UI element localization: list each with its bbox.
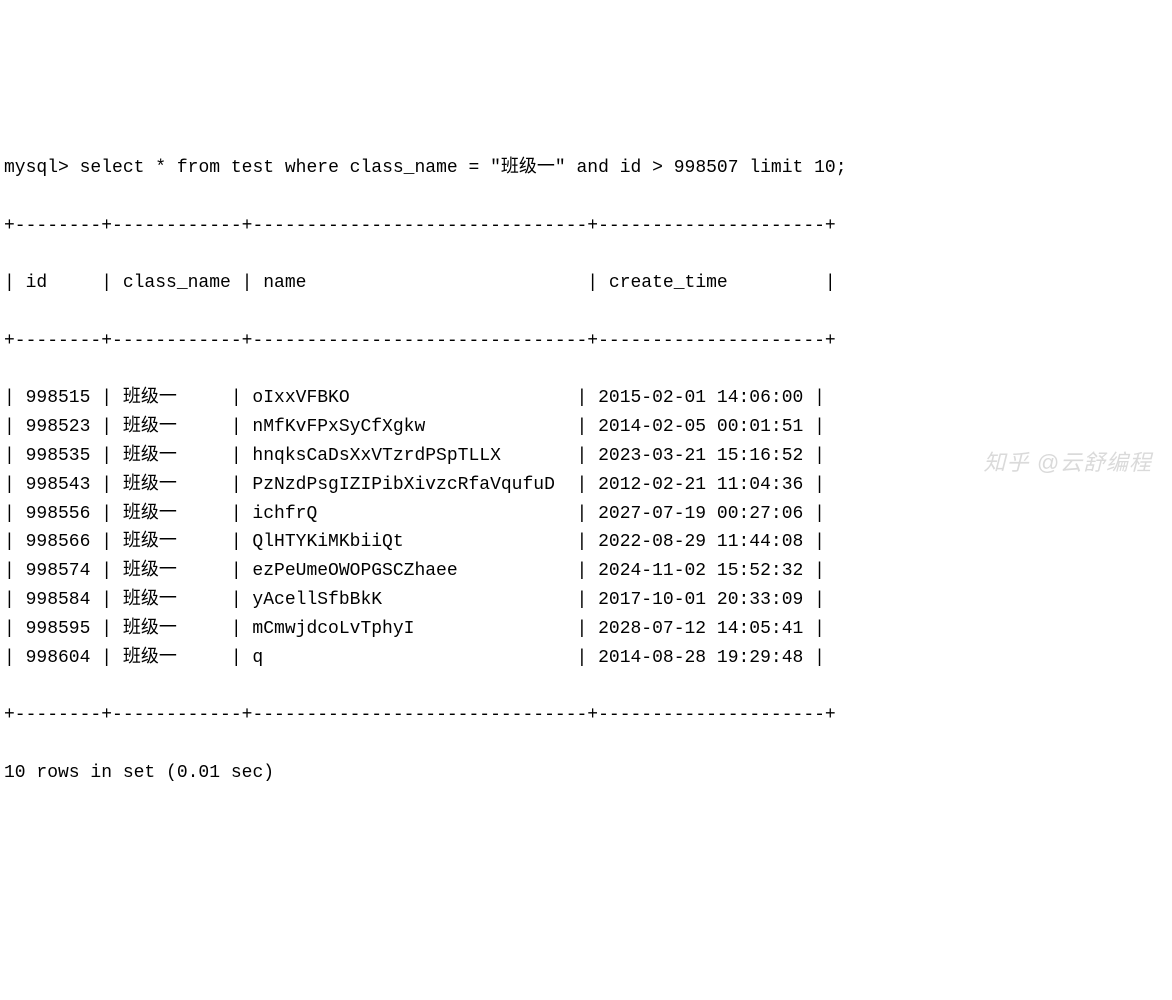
table-header-row: | id | class_name | name | create_time | — [4, 269, 1168, 298]
table-border-top: +--------+------------+-----------------… — [4, 212, 1168, 241]
table-border-mid: +--------+------------+-----------------… — [4, 327, 1168, 356]
sql-query: select * from test where class_name = "班… — [80, 158, 847, 178]
table-border-bottom: +--------+------------+-----------------… — [4, 701, 1168, 730]
table-row: | 998523 | 班级一 | nMfKvFPxSyCfXgkw | 2014… — [4, 413, 1168, 442]
table-row: | 998556 | 班级一 | ichfrQ | 2027-07-19 00:… — [4, 500, 1168, 529]
table-row: | 998574 | 班级一 | ezPeUmeOWOPGSCZhaee | 2… — [4, 557, 1168, 586]
mysql-prompt: mysql> — [4, 158, 69, 178]
table-row: | 998604 | 班级一 | q | 2014-08-28 19:29:48… — [4, 644, 1168, 673]
table-row: | 998566 | 班级一 | QlHTYKiMKbiiQt | 2022-0… — [4, 528, 1168, 557]
result-footer: 10 rows in set (0.01 sec) — [4, 759, 1168, 788]
table-row: | 998543 | 班级一 | PzNzdPsgIZIPibXivzcRfaV… — [4, 471, 1168, 500]
table-row: | 998595 | 班级一 | mCmwjdcoLvTphyI | 2028-… — [4, 615, 1168, 644]
table-row: | 998535 | 班级一 | hnqksCaDsXxVTzrdPSpTLLX… — [4, 442, 1168, 471]
query-line: mysql> select * from test where class_na… — [4, 154, 1168, 183]
table-row: | 998584 | 班级一 | yAcellSfbBkK | 2017-10-… — [4, 586, 1168, 615]
table-row: | 998515 | 班级一 | oIxxVFBKO | 2015-02-01 … — [4, 384, 1168, 413]
mysql-terminal: mysql> select * from test where class_na… — [4, 125, 1168, 816]
